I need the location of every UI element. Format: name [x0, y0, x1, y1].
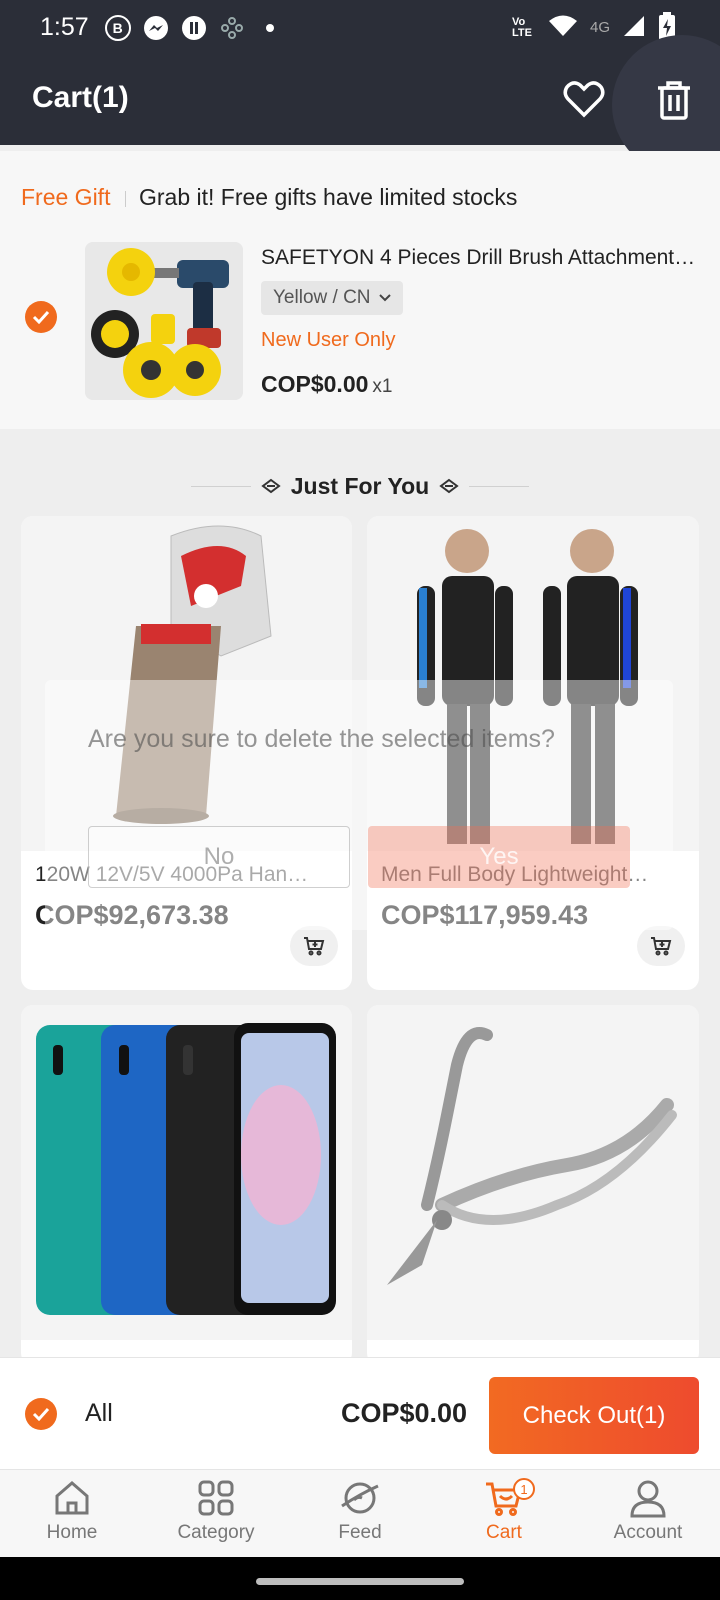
cart-total: COP$0.00 — [341, 1398, 468, 1428]
cart-count-badge: 1 — [513, 1478, 535, 1500]
wishlist-button[interactable] — [562, 77, 606, 121]
home-gesture-bar[interactable] — [256, 1578, 464, 1585]
product-image[interactable] — [367, 1005, 699, 1340]
category-icon — [198, 1480, 234, 1516]
confirm-delete-button[interactable]: Yes — [368, 826, 630, 888]
bottom-tab-bar: Home Category Feed 1 Cart Account — [0, 1469, 720, 1557]
section-title: Just For You — [290, 472, 430, 499]
tab-account[interactable]: Account — [583, 1478, 713, 1554]
tab-label: Category — [177, 1522, 255, 1543]
volte-icon: Vo LTE — [511, 15, 532, 39]
app-icon — [181, 15, 207, 41]
account-icon — [630, 1480, 666, 1518]
gift-select-checkbox[interactable] — [25, 301, 57, 333]
tab-category[interactable]: Category — [151, 1478, 281, 1554]
check-icon — [32, 1407, 50, 1421]
messenger-icon — [143, 15, 169, 41]
divider — [469, 485, 530, 487]
variant-label: Yellow / CN — [273, 287, 371, 308]
gift-product-title[interactable]: SAFETYON 4 Pieces Drill Brush Attachment… — [261, 246, 701, 270]
select-all-label[interactable]: All — [85, 1399, 113, 1428]
dot-icon — [257, 15, 283, 41]
cart-icon — [651, 937, 672, 956]
divider — [125, 191, 126, 207]
gift-product-image[interactable] — [85, 242, 243, 400]
divider — [190, 485, 251, 487]
product-card[interactable] — [21, 1005, 352, 1365]
tab-home[interactable]: Home — [7, 1478, 137, 1554]
page-title: Cart(1) — [32, 81, 129, 114]
gift-price: COP$0.00 x1 — [261, 371, 392, 398]
tab-label: Account — [613, 1522, 683, 1543]
system-nav-bar — [0, 1557, 720, 1600]
tab-feed[interactable]: Feed — [295, 1478, 425, 1554]
product-card[interactable] — [367, 1005, 699, 1365]
signal-4g-icon — [622, 14, 646, 41]
status-time: 1:57 — [40, 13, 89, 41]
feed-icon — [341, 1482, 379, 1514]
network-label: 4G — [589, 19, 610, 36]
diamond-icon — [439, 478, 459, 494]
wifi-icon — [548, 14, 578, 41]
cart-icon — [304, 937, 325, 956]
tab-label: Home — [46, 1522, 98, 1543]
dialog-message: Are you sure to delete the selected item… — [88, 725, 555, 753]
free-gift-tag: Free Gift — [21, 184, 111, 210]
checkout-bar: All COP$0.00 Check Out(1) — [0, 1357, 720, 1469]
add-to-cart-button[interactable] — [290, 926, 338, 966]
delete-button[interactable] — [652, 78, 696, 122]
select-all-checkbox[interactable] — [25, 1398, 57, 1430]
free-gift-section: Free Gift Grab it! Free gifts have limit… — [0, 151, 720, 429]
tab-label: Cart — [486, 1522, 522, 1543]
product-image[interactable] — [21, 1005, 352, 1340]
tab-label: Feed — [338, 1522, 382, 1543]
diamond-icon — [261, 478, 281, 494]
free-gift-text: Grab it! Free gifts have limited stocks — [139, 184, 518, 210]
gift-variant-selector[interactable]: Yellow / CN — [261, 281, 403, 315]
quantity: x1 — [372, 376, 393, 397]
price-value: COP$0.00 — [261, 371, 369, 397]
new-user-badge: New User Only — [261, 329, 396, 351]
gear-cluster-icon — [219, 15, 245, 41]
delete-confirm-dialog: Are you sure to delete the selected item… — [45, 680, 673, 930]
chevron-down-icon — [378, 294, 391, 302]
check-icon — [32, 310, 50, 324]
section-header: Just For You — [0, 466, 720, 506]
home-icon — [55, 1481, 89, 1515]
status-bar: 1:57 B Vo LTE 4G — [0, 0, 720, 55]
heart-icon — [563, 81, 605, 118]
trash-icon — [658, 81, 690, 120]
add-to-cart-button[interactable] — [637, 926, 685, 966]
tab-cart[interactable]: 1 Cart — [439, 1478, 569, 1554]
checkout-button[interactable]: Check Out(1) — [489, 1377, 699, 1454]
header: Cart(1) — [0, 35, 720, 175]
cancel-button[interactable]: No — [88, 826, 350, 888]
b-icon: B — [104, 14, 131, 41]
